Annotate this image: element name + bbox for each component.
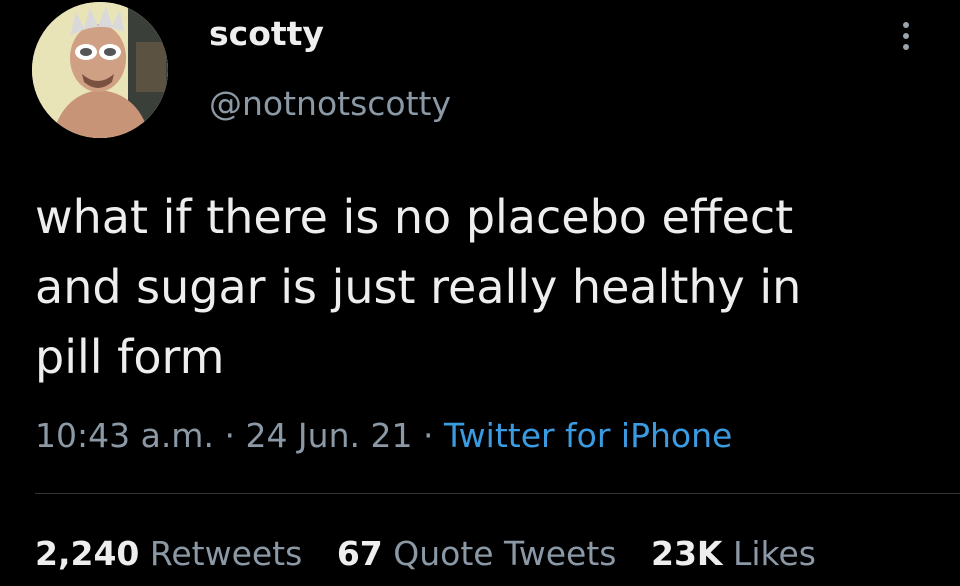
- tweet-text: what if there is no placebo effect and s…: [35, 182, 935, 392]
- likes-stat[interactable]: 23K Likes: [651, 534, 816, 573]
- likes-count: 23K: [650, 534, 723, 573]
- quote-tweets-stat[interactable]: 67 Quote Tweets: [337, 534, 617, 573]
- display-name[interactable]: scotty: [209, 14, 324, 54]
- menu-dot: [903, 33, 909, 39]
- tweet-line: and sugar is just really healthy in: [35, 260, 802, 314]
- tweet-line: pill form: [35, 330, 225, 384]
- divider: [35, 493, 960, 494]
- meta-separator: ·: [224, 416, 235, 455]
- tweet-source-link[interactable]: Twitter for iPhone: [444, 416, 732, 455]
- retweets-count: 2,240: [35, 534, 140, 573]
- quote-tweets-count: 67: [336, 534, 383, 573]
- meta-separator: ·: [422, 416, 434, 455]
- tweet-time[interactable]: 10:43 a.m.: [35, 416, 214, 455]
- user-handle[interactable]: @notnotscotty: [209, 84, 451, 124]
- likes-label: Likes: [732, 534, 816, 573]
- menu-dot: [903, 22, 909, 28]
- more-options-icon[interactable]: [892, 16, 920, 56]
- tweet-line: what if there is no placebo effect: [35, 190, 794, 244]
- retweets-label: Retweets: [149, 534, 303, 573]
- profile-photo: [32, 2, 168, 138]
- tweet-stats: 2,240 Retweets 67 Quote Tweets 23K Likes: [35, 534, 840, 574]
- tweet-meta: 10:43 a.m. · 24 Jun. 21 · Twitter for iP…: [35, 416, 732, 456]
- avatar[interactable]: [32, 2, 168, 138]
- menu-dot: [903, 44, 909, 50]
- retweets-stat[interactable]: 2,240 Retweets: [35, 534, 302, 573]
- quote-tweets-label: Quote Tweets: [393, 534, 617, 573]
- tweet-date[interactable]: 24 Jun. 21: [245, 416, 412, 455]
